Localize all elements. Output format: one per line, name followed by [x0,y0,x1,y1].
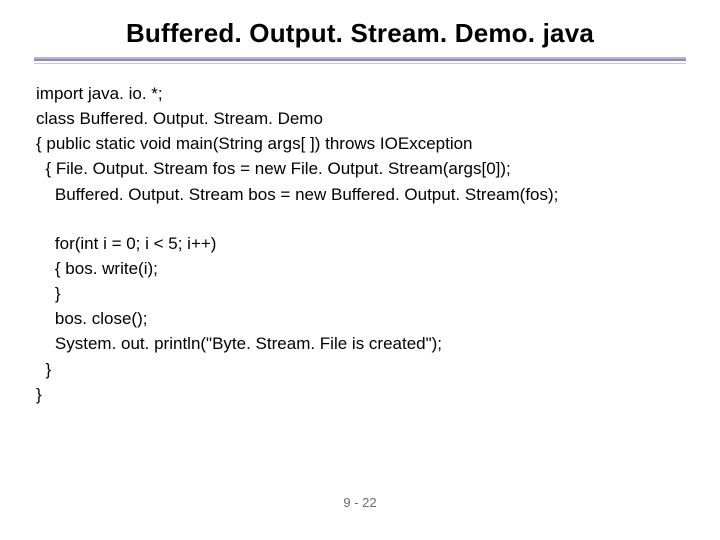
code-line: } [36,357,684,382]
code-line: { File. Output. Stream fos = new File. O… [36,156,684,181]
slide-title: Buffered. Output. Stream. Demo. java [0,0,720,57]
code-block: import java. io. *; class Buffered. Outp… [0,81,720,407]
code-line: { bos. write(i); [36,256,684,281]
slide: Buffered. Output. Stream. Demo. java imp… [0,0,720,540]
code-line: for(int i = 0; i < 5; i++) [36,231,684,256]
code-line: import java. io. *; [36,81,684,106]
code-line: } [36,281,684,306]
page-number: 9 - 22 [0,495,720,510]
title-underline [34,57,686,63]
code-line: { public static void main(String args[ ]… [36,131,684,156]
code-line: } [36,382,684,407]
code-line: class Buffered. Output. Stream. Demo [36,106,684,131]
blank-line [36,207,684,231]
code-line: Buffered. Output. Stream bos = new Buffe… [36,182,684,207]
code-line: System. out. println("Byte. Stream. File… [36,331,684,356]
code-line: bos. close(); [36,306,684,331]
